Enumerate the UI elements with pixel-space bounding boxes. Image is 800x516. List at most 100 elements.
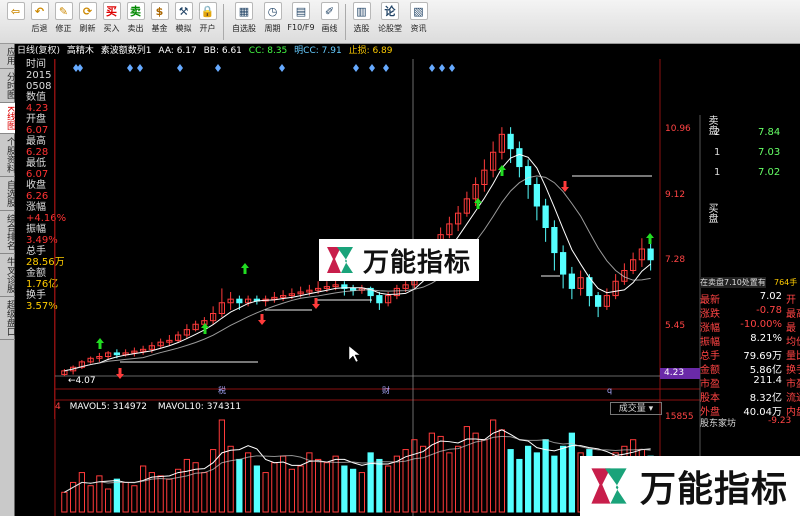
quote-label-2: 换手 [786,365,800,376]
event-marker: 税 [218,385,226,395]
signal-up-arrow [498,165,506,176]
quote-label-2: 开 [786,295,796,306]
watermark-icon [591,468,627,504]
signal-down-arrow [258,314,266,325]
watermark-logo-bottom: 万能指标 [580,456,800,516]
price-tick: 9.12 [665,189,686,200]
signal-up-arrow [646,233,654,244]
volume-prefix: 4 [55,402,61,412]
volume-bar [507,449,514,513]
signal-diamond [369,64,375,72]
watermark-text: 万能指标 [640,469,789,510]
quote-value: 8.21% [750,333,782,344]
volume-bar [498,429,505,513]
signal-diamond [429,64,435,72]
candle-body [568,273,575,289]
sell-level-number: 2 [714,127,721,138]
quote-label-2: 最高 [786,309,800,320]
signal-diamond [127,64,133,72]
volume-bar [551,455,558,513]
volume-bar [350,468,357,513]
volume-bar [105,488,112,513]
volume-bar [148,472,155,513]
sell-level-price: 7.03 [758,147,781,158]
volume-bar [288,468,295,513]
quote-label: 最新 [700,295,720,306]
signal-diamond [177,64,183,72]
holders-value: -9.23 [768,416,792,426]
volume-bar [455,445,462,513]
volume-bar [446,452,453,513]
quote-value: 5.86亿 [749,365,782,376]
quote-value: 7.02 [759,291,782,302]
event-marker: q [607,386,612,395]
low-price-label: ←4.07 [68,376,96,386]
volume-bar [385,465,392,513]
candle-body [236,298,243,304]
candle-body [113,352,120,356]
volume-bar [262,472,269,513]
volume-bar [166,478,173,513]
price-tick: 5.45 [665,321,686,332]
volume-bar [210,449,217,513]
volume-bar [358,472,365,513]
signal-diamond [439,64,445,72]
volume-bar [280,455,287,513]
volume-selector[interactable]: 成交量 ▾ [610,402,662,415]
volume-bar [472,432,479,513]
volume-bar [236,458,243,513]
volume-bar [437,435,444,513]
volume-bar [481,439,488,513]
volume-bar [131,485,138,513]
volume-bar [516,458,523,513]
volume-bar [140,465,147,513]
volume-header: 4 MAVOL5: 314972 MAVOL10: 374311 [55,401,655,414]
signal-diamond [449,64,455,72]
signal-diamond [77,64,83,72]
order-status-volume: 764手 [774,278,798,287]
signal-diamond [215,64,221,72]
signal-down-arrow [116,368,124,379]
price-tick: 10.96 [665,123,691,134]
event-marker: 财 [382,385,390,395]
volume-bar [218,419,225,513]
quote-label: 涨跌 [700,309,720,320]
quote-label: 振幅 [700,337,720,348]
candle-body [595,295,602,307]
volume-bar [323,462,330,513]
chevron-down-icon: ▾ [648,404,654,414]
candle-body [647,248,654,261]
volume-bar [367,452,374,513]
candle-body [516,148,523,168]
volume-bar [227,445,234,513]
volume-bar [560,445,567,513]
signal-diamond [137,64,143,72]
volume-bar [332,455,339,513]
volume-bar [297,465,304,513]
quote-label: 涨幅 [700,323,720,334]
volume-bar [175,468,182,513]
volume-axis-top: 15855 [665,412,694,422]
volume-bar [157,475,164,513]
quote-label-2: 市盈 [786,379,800,390]
sell-level-price: 7.84 [758,127,781,138]
candle-body [507,133,514,150]
buy-label: 买盘 [706,203,717,223]
quote-value: 211.4 [753,375,782,386]
volume-bar [490,419,497,513]
candle-body [551,227,558,254]
quote-label: 市盈 [700,379,720,390]
volume-bar [525,445,532,513]
quote-label-2: 最 [786,323,796,334]
candle-body [533,184,540,207]
candle-body [350,287,357,291]
sell-level-number: 1 [714,147,721,158]
volume-selector-label: 成交量 [618,404,646,414]
signal-up-arrow [96,338,104,349]
volume-bar [411,439,418,513]
volume-bar [183,458,190,513]
volume-bar [315,458,322,513]
volume-bar [113,478,120,513]
quote-value: -10.00% [740,319,782,330]
holders-label: 股东家坊 [700,419,737,429]
